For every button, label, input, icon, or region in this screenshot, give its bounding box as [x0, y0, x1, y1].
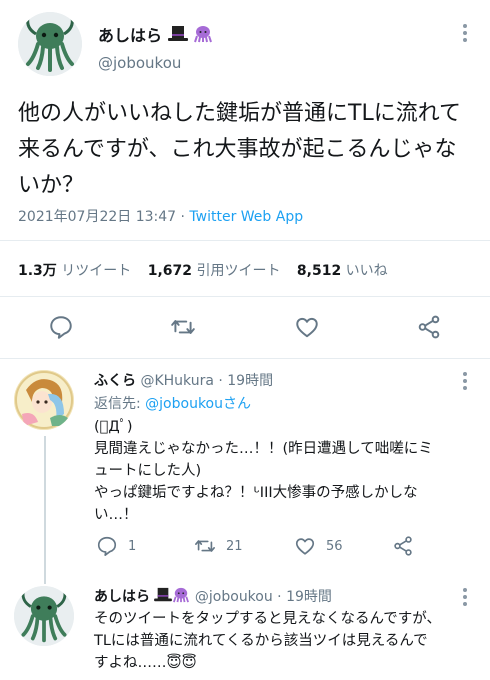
reply-count: 1: [128, 539, 137, 554]
thread-line: [44, 436, 46, 582]
handle[interactable]: @joboukou: [195, 589, 273, 605]
avatar[interactable]: [14, 370, 74, 430]
octopus-icon: [194, 26, 213, 43]
display-name[interactable]: あしはら: [98, 22, 213, 46]
display-name[interactable]: あしはら: [94, 589, 150, 605]
reply-header: ふくら @KHukura · 19時間: [94, 370, 273, 390]
quotes-count: 1,672: [147, 263, 193, 279]
octopus-icon: [173, 587, 190, 603]
retweets-label: リツイート: [61, 263, 132, 279]
more-options-icon[interactable]: [458, 22, 472, 42]
like-icon[interactable]: [294, 535, 316, 557]
reply-text-line: 見間違えじゃなかった…！！(昨日遭遇して咄嗟にミ: [94, 441, 433, 457]
reply-text-line: ュートにした人): [94, 463, 202, 479]
likes-label: いいね: [345, 263, 388, 279]
replying-to-label: 返信先:: [94, 396, 146, 412]
replying-to-link[interactable]: @joboukouさん: [145, 396, 251, 412]
divider: [0, 240, 490, 241]
reply-icon[interactable]: [48, 314, 74, 340]
share-icon[interactable]: [416, 314, 442, 340]
handle[interactable]: @joboukou: [98, 54, 181, 72]
source-app-link[interactable]: Twitter Web App: [189, 209, 303, 225]
thread-line: [44, 570, 46, 584]
cthulhu-avatar-icon: [14, 586, 74, 646]
reply-text: (ﾟДﾟ) 見間違えじゃなかった…！！(昨日遭遇して咄嗟にミ ュートにした人) …: [94, 416, 476, 526]
likes-count: 8,512: [296, 263, 342, 279]
reply-text-line: (ﾟДﾟ): [94, 419, 133, 435]
divider: [0, 296, 490, 297]
tweet-text: 他の人がいいねした鍵垢が普通にTLに流れて来るんですが、これ大事故が起こるんじゃ…: [18, 101, 462, 198]
handle[interactable]: @KHukura: [140, 373, 213, 389]
top-hat-icon: [167, 26, 188, 41]
retweet-icon[interactable]: [170, 314, 196, 340]
reply-text-line: TLには普通に流れてくるから該当ツイは見えるんで: [94, 633, 428, 649]
display-name-text: あしはら: [98, 26, 163, 45]
retweet-count: 21: [226, 539, 243, 554]
reply-header: あしはら @joboukou · 19時間: [94, 586, 332, 606]
timestamp: 2021年07月22日 13:47 ·: [18, 209, 190, 225]
more-options-icon[interactable]: [458, 370, 472, 390]
quotes-stat[interactable]: 1,672 引用ツイート: [148, 263, 281, 279]
anime-avatar-icon: [14, 370, 74, 430]
reply-text-line: やっぱ鍵垢ですよね？！ᒡIII大惨事の予感しかしな: [94, 485, 418, 501]
relative-time[interactable]: · 19時間: [214, 373, 273, 389]
display-name[interactable]: ふくら: [94, 373, 136, 389]
relative-time[interactable]: · 19時間: [273, 589, 332, 605]
more-options-icon[interactable]: [458, 586, 472, 606]
reply-text-line: そのツイートをタップすると見えなくなるんですが、: [94, 611, 441, 627]
avatar[interactable]: [14, 586, 74, 646]
share-icon[interactable]: [392, 535, 414, 557]
reply-text-line: すよね……😇😇: [94, 655, 197, 671]
reply-text-line: い…！: [94, 507, 138, 523]
retweets-count: 1.3万: [18, 263, 57, 279]
reply-icon[interactable]: [96, 535, 118, 557]
reply-text: そのツイートをタップすると見えなくなるんですが、 TLには普通に流れてくるから該…: [94, 608, 476, 674]
tweet-stats: 1.3万 リツイート 1,672 引用ツイート 8,512 いいね: [18, 260, 388, 280]
like-icon[interactable]: [294, 314, 320, 340]
replying-to: 返信先: @joboukouさん: [94, 393, 251, 413]
quotes-label: 引用ツイート: [196, 263, 281, 279]
cthulhu-avatar-icon: [18, 12, 82, 76]
divider: [0, 358, 490, 359]
like-count: 56: [326, 539, 343, 554]
retweets-stat[interactable]: 1.3万 リツイート: [18, 263, 131, 279]
avatar[interactable]: [18, 12, 82, 76]
likes-stat[interactable]: 8,512 いいね: [297, 263, 388, 279]
tweet-meta: 2021年07月22日 13:47 · Twitter Web App: [18, 206, 303, 226]
top-hat-icon: [154, 587, 173, 602]
retweet-icon[interactable]: [194, 535, 216, 557]
